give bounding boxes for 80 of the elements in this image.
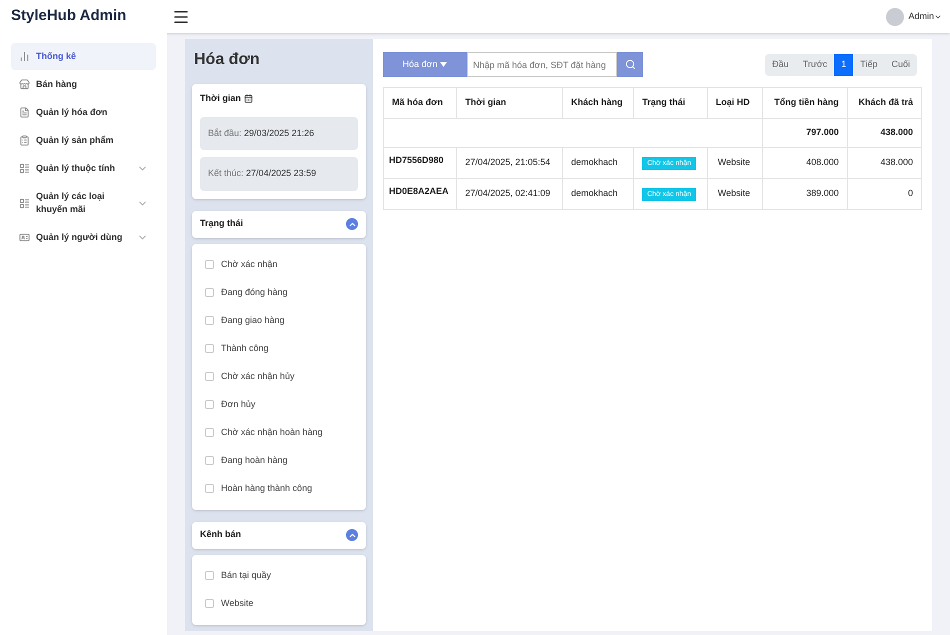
column-header: Thời gian — [456, 88, 563, 118]
checkbox[interactable] — [205, 428, 214, 437]
filter-title: Trạng thái — [200, 217, 244, 230]
column-header: Khách hàng — [562, 88, 634, 118]
pagination-button[interactable]: Trước — [796, 54, 834, 76]
checkbox-label: Chờ xác nhận hoàn hàng — [221, 426, 322, 439]
checkbox[interactable] — [205, 400, 214, 409]
checkbox-label: Website — [221, 596, 254, 610]
end-date-field[interactable]: Kết thúc: 27/04/2025 23:59 — [200, 157, 358, 190]
store-icon — [19, 79, 30, 90]
pagination-button[interactable]: Đầu — [765, 54, 796, 76]
checkbox[interactable] — [205, 484, 214, 493]
filter-header[interactable]: Kênh bán — [192, 522, 366, 548]
filter-title: Kênh bán — [200, 528, 242, 542]
table-cell: 438.000 — [847, 118, 922, 148]
checkbox[interactable] — [205, 288, 214, 297]
checkbox-label: Đơn hủy — [221, 398, 256, 411]
calendar-icon — [244, 94, 253, 104]
table-cell: Website — [707, 148, 763, 178]
sidebar-item[interactable]: Quản lý các loại khuyến mãi — [11, 183, 156, 223]
table-cell: 389.000 — [762, 178, 848, 210]
column-header: Mã hóa đơn — [384, 88, 457, 118]
table-cell: HD0E8A2AEA — [384, 178, 457, 210]
checkbox-label: Chờ xác nhận — [221, 258, 278, 271]
column-header: Khách đã trả — [847, 88, 922, 118]
checkbox-label: Chờ xác nhận hủy — [221, 370, 294, 383]
table-cell: demokhach — [562, 148, 634, 178]
chevron-up-icon[interactable] — [346, 218, 358, 230]
column-header: Loại HD — [707, 88, 763, 118]
checkbox-label: Đang đóng hàng — [221, 286, 288, 299]
checkbox[interactable] — [205, 260, 214, 269]
sidebar-item[interactable]: Quản lý sản phẩm — [11, 127, 156, 154]
list-icon — [19, 198, 30, 208]
checkbox[interactable] — [205, 571, 214, 580]
table-cell: 408.000 — [762, 148, 848, 178]
table-cell: 27/04/2025, 02:41:09 — [456, 178, 563, 210]
table-cell: 27/04/2025, 21:05:54 — [456, 148, 563, 178]
sidebar-item[interactable]: Thống kê — [11, 43, 156, 70]
user-menu[interactable]: Admin — [908, 10, 942, 24]
sidebar-item[interactable]: Quản lý hóa đơn — [11, 99, 156, 126]
table-cell: 438.000 — [847, 148, 922, 178]
checkbox[interactable] — [205, 456, 214, 465]
filter-header[interactable]: Trạng thái — [192, 210, 366, 238]
checkbox[interactable] — [205, 372, 214, 381]
checkbox[interactable] — [205, 316, 214, 325]
caret-icon — [440, 62, 448, 67]
pagination-button[interactable]: 1 — [834, 54, 854, 76]
checkbox-label: Hoàn hàng thành công — [221, 482, 312, 495]
bar-chart-icon — [19, 51, 30, 62]
start-date-field[interactable]: Bắt đầu: 29/03/2025 21:26 — [200, 116, 358, 150]
checkbox-label: Đang giao hàng — [221, 314, 285, 327]
avatar-icon[interactable] — [886, 8, 904, 26]
checkbox-label: Thành công — [221, 342, 269, 355]
page-title: Hóa đơn — [193, 50, 261, 70]
checkbox[interactable] — [205, 599, 214, 608]
time-filter-title: Thời gian — [200, 92, 241, 105]
table-cell: 0 — [847, 178, 922, 210]
table-cell: HD7556D980 — [384, 148, 457, 178]
column-header: Tổng tiền hàng — [762, 88, 848, 118]
checkbox-label: Đang hoàn hàng — [221, 454, 288, 467]
column-header: Trạng thái — [634, 88, 708, 118]
clipboard-icon — [19, 135, 30, 146]
id-card-icon — [19, 232, 30, 243]
sidebar-item[interactable]: Quản lý người dùng — [11, 224, 156, 251]
pagination-button[interactable]: Tiếp — [853, 54, 884, 76]
sidebar-item[interactable]: Quản lý thuộc tính — [11, 155, 156, 182]
pagination-button[interactable]: Cuối — [884, 54, 917, 76]
checkbox-label: Bán tại quầy — [221, 568, 272, 582]
table-cell: demokhach — [562, 178, 634, 210]
sidebar-item[interactable]: Bán hàng — [11, 71, 156, 98]
checkbox[interactable] — [205, 344, 214, 353]
search-button[interactable] — [617, 52, 643, 77]
brand-title: StyleHub Admin — [10, 6, 128, 26]
search-icon — [624, 59, 636, 70]
table-cell: 797.000 — [762, 118, 848, 148]
chevron-up-icon[interactable] — [346, 529, 358, 541]
table-cell: Website — [707, 178, 763, 210]
list-icon — [19, 163, 30, 174]
document-icon — [19, 107, 30, 118]
search-field[interactable]: Nhập mã hóa đơn, SĐT đặt hàng — [467, 52, 617, 77]
